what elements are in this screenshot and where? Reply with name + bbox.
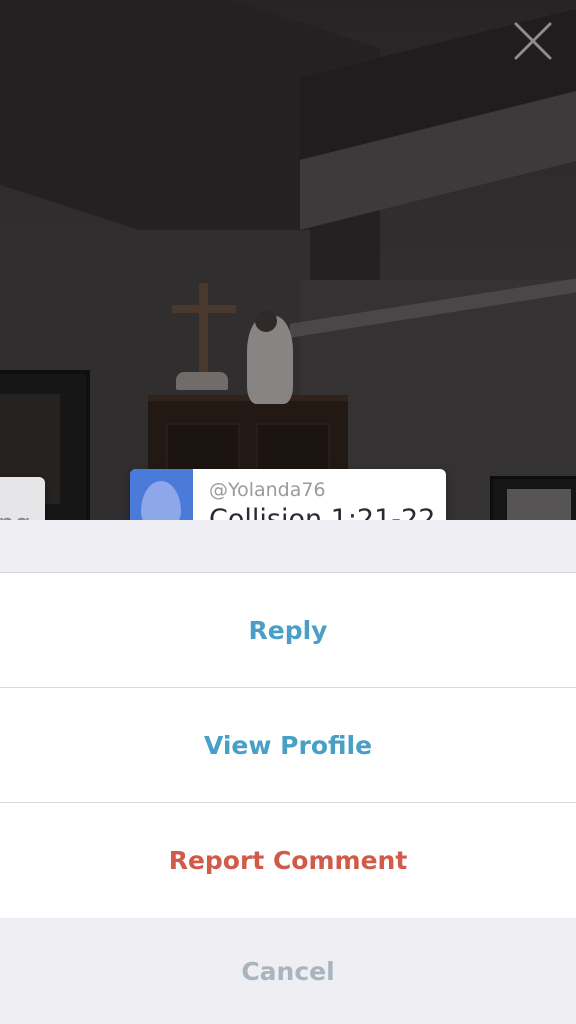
action-sheet: Reply View Profile Report Comment [0,572,576,918]
background-photo [0,0,576,520]
dim-overlay [0,0,576,520]
cancel-button[interactable]: Cancel [0,918,576,1024]
view-profile-button[interactable]: View Profile [0,688,576,802]
report-comment-button[interactable]: Report Comment [0,803,576,917]
reply-button[interactable]: Reply [0,573,576,687]
close-button[interactable] [510,18,556,64]
close-icon [514,22,552,60]
comment-username: @Yolanda76 [209,479,326,501]
